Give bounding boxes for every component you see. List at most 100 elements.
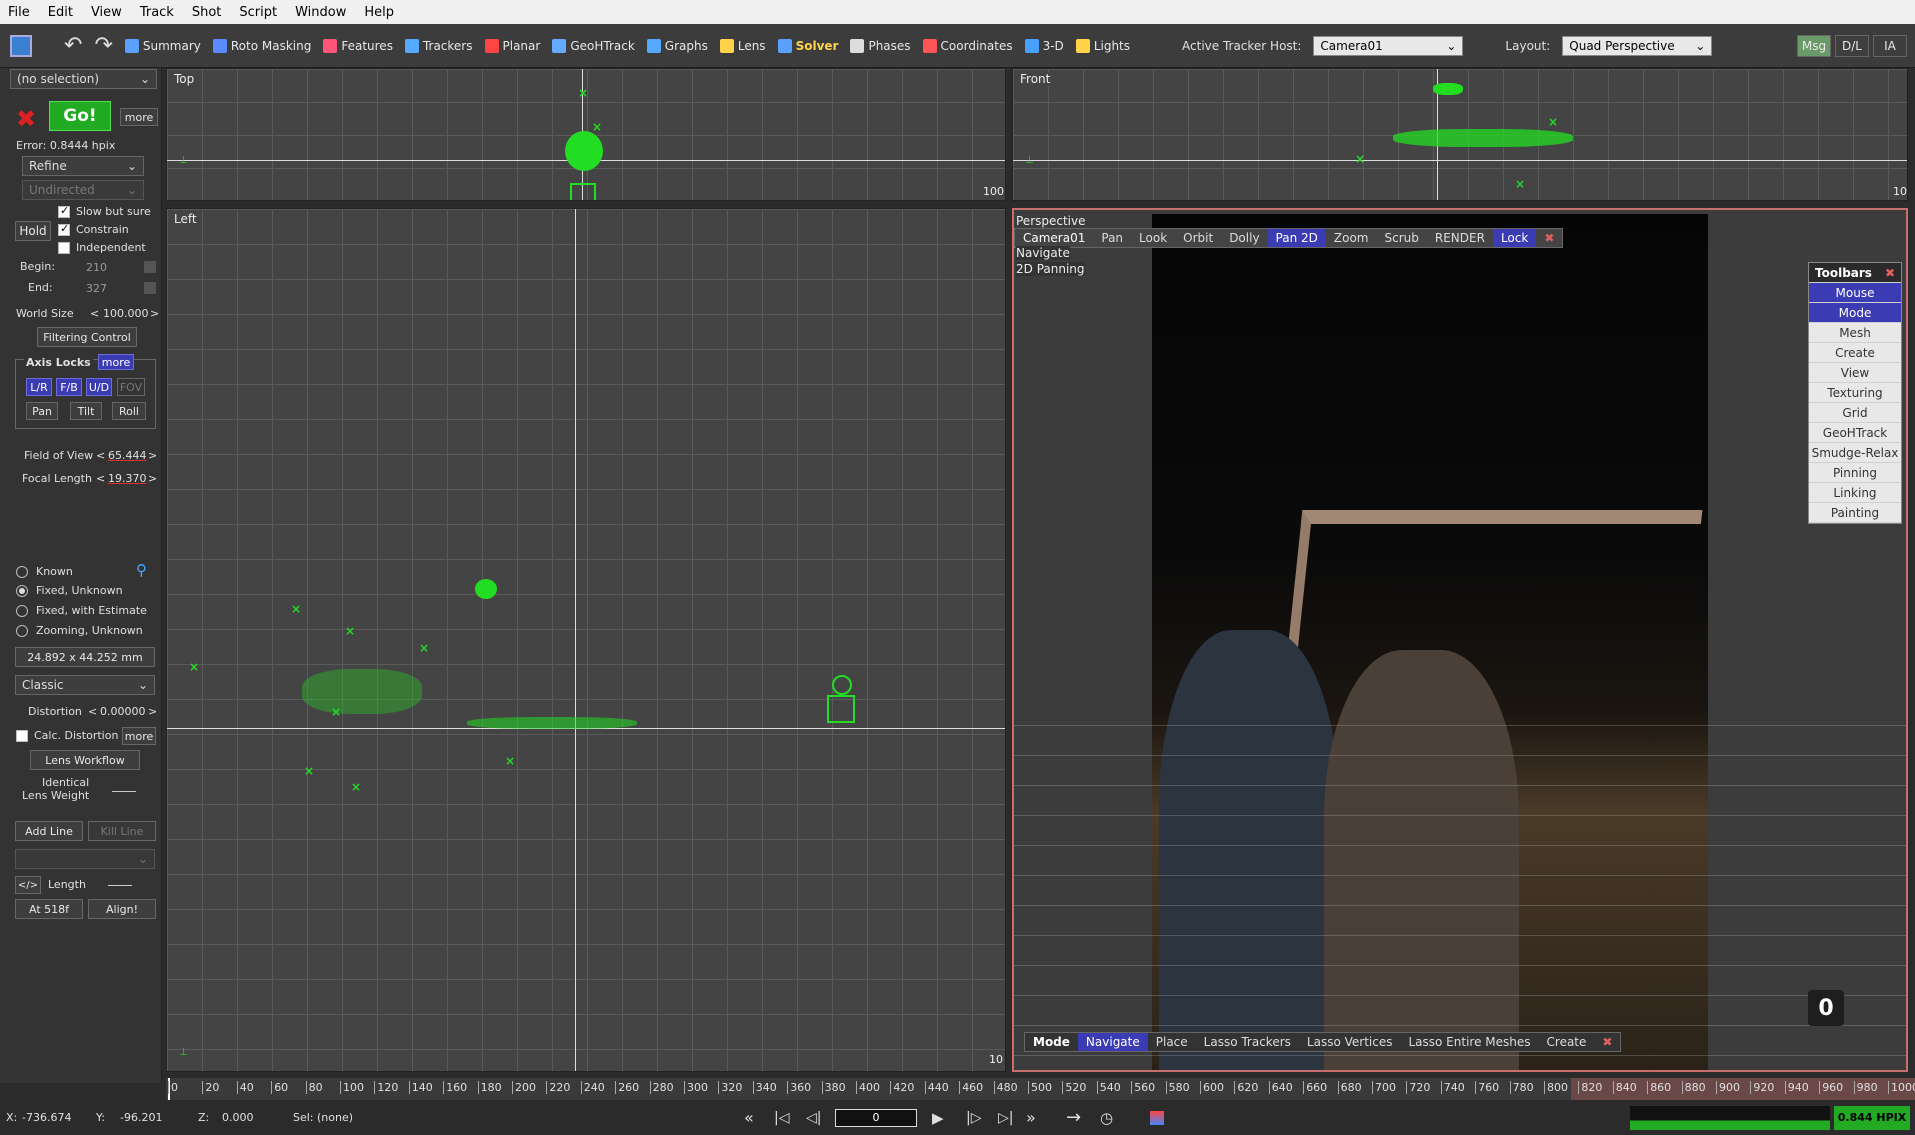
filtering-control-button[interactable]: Filtering Control [37,327,137,347]
tool-pan-2d[interactable]: Pan 2D [1267,229,1326,247]
place-button[interactable]: Place [1148,1033,1196,1051]
first-frame-icon[interactable]: |◁ [774,1110,789,1126]
viewport-front[interactable]: Front × × × 10 ⊥ [1012,68,1908,201]
tool-lock[interactable]: Lock [1492,229,1537,247]
checkbox[interactable] [16,730,28,742]
cancel-solve-icon[interactable]: ✖ [16,105,36,133]
rewind-icon[interactable]: « [744,1108,754,1127]
tab-lights[interactable]: Lights [1075,38,1130,53]
tab-planar[interactable]: Planar [484,38,540,53]
tab-geohtrack[interactable]: GeoHTrack [552,38,635,53]
close-icon[interactable]: ✖ [1536,229,1562,247]
save-icon[interactable] [10,34,32,57]
begin-value[interactable]: 210 [86,261,107,274]
end-value[interactable]: 327 [86,282,107,295]
close-icon[interactable]: ✖ [1885,266,1895,280]
tool-orbit[interactable]: Orbit [1175,229,1221,247]
step-arrow-icon[interactable]: → [1066,1107,1081,1128]
code-button[interactable]: </> [15,876,41,894]
checkbox[interactable] [58,222,70,236]
tab-coordinates[interactable]: Coordinates [922,38,1013,53]
tab-phases[interactable]: Phases [850,38,911,53]
wrench-icon[interactable]: ⚲ [136,561,147,579]
toolbars-item-geohtrack[interactable]: GeoHTrack [1809,423,1901,443]
fast-forward-icon[interactable]: » [1026,1108,1036,1127]
toolbars-item-smudge-relax[interactable]: Smudge-Relax [1809,443,1901,463]
layout-select[interactable]: Quad Perspective ⌄ [1562,35,1713,56]
menu-edit[interactable]: Edit [48,5,73,20]
tab-trackers[interactable]: Trackers [404,38,473,53]
lock-pan-button[interactable]: Pan [26,402,58,420]
focal-decrement[interactable]: < [96,472,105,485]
toolbars-item-grid[interactable]: Grid [1809,403,1901,423]
slow-but-sure-checkbox[interactable]: Slow but sure [58,204,151,218]
tracker-host-select[interactable]: Camera01 ⌄ [1313,35,1464,56]
go-more-button[interactable]: more [120,108,158,126]
lock-tilt-button[interactable]: Tilt [70,402,102,420]
distortion-decrement[interactable]: < [88,705,97,718]
menu-track[interactable]: Track [140,5,174,20]
toolbars-item-mesh[interactable]: Mesh [1809,323,1901,343]
lens-weight-slider[interactable] [112,791,136,792]
focal-length-value[interactable]: 19.370 [108,472,147,485]
playback-mode-icon[interactable] [1150,1110,1164,1125]
world-size-value[interactable]: 100.000 [103,307,149,320]
tab-3-d[interactable]: 3-D [1024,38,1064,53]
mode-button[interactable]: Mode [1025,1033,1078,1051]
constrain-checkbox[interactable]: Constrain [58,222,129,236]
radio[interactable] [16,585,28,597]
toolbars-item-mouse[interactable]: Mouse [1809,283,1901,303]
begin-lock-box[interactable] [144,261,156,273]
toolbars-item-linking[interactable]: Linking [1809,483,1901,503]
close-icon[interactable]: ✖ [1594,1033,1620,1051]
tool-scrub[interactable]: Scrub [1377,229,1427,247]
fov-decrement[interactable]: < [96,449,105,462]
focal-increment[interactable]: > [148,472,157,485]
sensor-size-button[interactable]: 24.892 x 44.252 mm [15,647,155,667]
checkbox[interactable] [58,204,70,218]
end-lock-box[interactable] [144,282,156,294]
lasso-trackers-button[interactable]: Lasso Trackers [1196,1033,1299,1051]
menu-view[interactable]: View [91,5,122,20]
calc-distortion-checkbox[interactable]: Calc. Distortion [16,729,118,742]
length-slider[interactable] [108,885,132,886]
radio[interactable] [16,605,28,617]
frame-field[interactable]: 0 [835,1108,917,1127]
tab-graphs[interactable]: Graphs [646,38,708,53]
hold-button[interactable]: Hold [15,221,51,241]
world-size-decrement[interactable]: < [90,307,99,320]
dl-button[interactable]: D/L [1835,34,1869,57]
tool-zoom[interactable]: Zoom [1326,229,1377,247]
clock-icon[interactable]: ◷ [1100,1109,1113,1127]
direction-select[interactable]: Undirected ⌄ [22,180,144,200]
prev-key-icon[interactable]: ◁| [806,1110,821,1126]
lens-fixed-estimate-radio[interactable]: Fixed, with Estimate [16,604,147,617]
distortion-value[interactable]: 0.00000 [100,705,146,718]
distortion-model-select[interactable]: Classic ⌄ [15,675,155,695]
lock-lr-button[interactable]: L/R [26,378,52,396]
tab-solver[interactable]: Solver [777,38,838,53]
menu-window[interactable]: Window [295,5,346,20]
toolbars-item-texturing[interactable]: Texturing [1809,383,1901,403]
tab-features[interactable]: Features [323,38,393,53]
tab-lens[interactable]: Lens [719,38,766,53]
next-key-icon[interactable]: |▷ [966,1110,981,1126]
line-select[interactable]: ⌄ [15,849,155,869]
lens-workflow-button[interactable]: Lens Workflow [30,750,140,770]
align-button[interactable]: Align! [88,899,156,919]
viewport-top[interactable]: Top × × 100 ⊥ [166,68,1006,201]
menu-file[interactable]: File [8,5,30,20]
menu-shot[interactable]: Shot [192,5,222,20]
checkbox[interactable] [58,242,70,254]
distortion-increment[interactable]: > [148,705,157,718]
ia-button[interactable]: IA [1873,34,1907,57]
toolbars-item-painting[interactable]: Painting [1809,503,1901,523]
viewport-left[interactable]: Left × × × × × × × × 10 ⊥ [166,208,1006,1072]
last-frame-icon[interactable]: ▷| [998,1110,1013,1126]
tool-look[interactable]: Look [1131,229,1175,247]
lens-known-radio[interactable]: Known [16,565,73,578]
toolbars-item-mode[interactable]: Mode [1809,303,1901,323]
navigate-button[interactable]: Navigate [1077,1033,1148,1051]
msg-button[interactable]: Msg [1797,34,1831,57]
at-frame-button[interactable]: At 518f [15,899,83,919]
